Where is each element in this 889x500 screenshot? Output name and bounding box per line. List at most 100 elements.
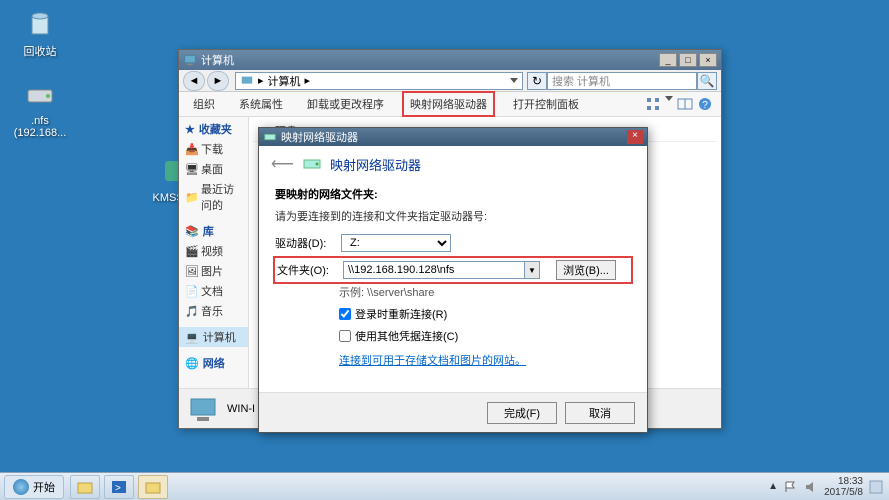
computer-icon (240, 74, 254, 88)
credentials-row: 使用其他凭据连接(C) (339, 328, 635, 344)
explorer-titlebar[interactable]: 计算机 _ □ × (179, 50, 721, 70)
flag-icon[interactable] (784, 480, 798, 494)
search-button[interactable]: 🔍 (697, 72, 717, 90)
cancel-button[interactable]: 取消 (565, 402, 635, 424)
dialog-footer: 完成(F) 取消 (259, 392, 647, 432)
explorer-sidebar: ★收藏夹 📥下载 🖥桌面 📁最近访问的 📚库 🎬视频 🖼图片 📄文档 🎵音乐 💻… (179, 117, 249, 412)
explorer-navbar: ◄ ► ▸ 计算机 ▸ ↻ 搜索 计算机 🔍 (179, 70, 721, 92)
network-icon: 🌐 (185, 357, 199, 370)
sidebar-item-music[interactable]: 🎵音乐 (179, 301, 248, 321)
svg-text:?: ? (702, 100, 708, 111)
taskbar-powershell[interactable]: > (104, 475, 134, 499)
arrow-right-icon: ► (213, 75, 224, 87)
tray-clock[interactable]: 18:33 2017/5/8 (824, 476, 863, 498)
terminal-icon: > (110, 478, 128, 496)
folder-icon (76, 478, 94, 496)
folder-dropdown[interactable]: ▼ (524, 261, 540, 279)
browse-button[interactable]: 浏览(B)... (556, 260, 616, 280)
picture-icon: 🖼 (185, 265, 197, 277)
nav-back-button[interactable]: ◄ (183, 71, 205, 91)
minimize-button[interactable]: _ (659, 53, 677, 67)
storage-link[interactable]: 连接到可用于存储文档和图片的网站。 (339, 352, 635, 368)
search-input[interactable]: 搜索 计算机 (547, 72, 697, 90)
toolbar-uninstall[interactable]: 卸载或更改程序 (301, 93, 390, 115)
computer-icon (183, 53, 197, 67)
folder-input[interactable] (343, 261, 525, 279)
drive-icon (263, 130, 277, 144)
system-tray: ▲ 18:33 2017/5/8 (762, 476, 889, 498)
computer-icon (187, 393, 219, 425)
music-icon: 🎵 (185, 305, 197, 317)
start-button[interactable]: 开始 (4, 475, 64, 499)
document-icon: 📄 (185, 285, 197, 297)
toolbar-properties[interactable]: 系统属性 (233, 93, 289, 115)
credentials-checkbox[interactable] (339, 330, 351, 342)
reconnect-checkbox[interactable] (339, 308, 351, 320)
sidebar-computer[interactable]: 💻计算机 (179, 327, 248, 347)
sidebar-item-recent[interactable]: 📁最近访问的 (179, 179, 248, 215)
toolbar-organize[interactable]: 组织 (187, 93, 221, 115)
recent-icon: 📁 (185, 191, 197, 203)
taskbar: 开始 > ▲ 18:33 2017/5/8 (0, 472, 889, 500)
folder-icon (144, 478, 162, 496)
recycle-bin-label: 回收站 (10, 43, 70, 59)
show-desktop-icon[interactable] (869, 480, 883, 494)
taskbar-explorer[interactable] (138, 475, 168, 499)
toolbar-control-panel[interactable]: 打开控制面板 (507, 93, 585, 115)
view-dropdown[interactable] (665, 96, 673, 101)
nfs-label: .nfs (192.168... (10, 115, 70, 139)
recycle-bin[interactable]: 回收站 (10, 6, 70, 59)
tray-expand-icon[interactable]: ▲ (768, 481, 778, 492)
close-button[interactable]: × (699, 53, 717, 67)
video-icon: 🎬 (185, 245, 197, 257)
desktop-icon: 🖥 (185, 163, 197, 175)
back-arrow-icon[interactable]: ⟵ (271, 154, 294, 174)
star-icon: ★ (185, 123, 195, 136)
start-orb-icon (13, 479, 29, 495)
map-drive-dialog: 映射网络驱动器 × ⟵ 映射网络驱动器 要映射的网络文件夹: 请为要连接到的连接… (258, 127, 648, 433)
folder-icon: 📥 (185, 143, 197, 155)
volume-icon[interactable] (804, 480, 818, 494)
dialog-titlebar[interactable]: 映射网络驱动器 × (259, 128, 647, 146)
folder-label: 文件夹(O): (277, 262, 337, 278)
explorer-toolbar: 组织 系统属性 卸载或更改程序 映射网络驱动器 打开控制面板 ? (179, 92, 721, 117)
finish-button[interactable]: 完成(F) (487, 402, 557, 424)
drive-select[interactable]: Z: (341, 234, 451, 252)
refresh-button[interactable]: ↻ (527, 72, 547, 90)
dialog-instruction: 请为要连接到的连接和文件夹指定驱动器号: (275, 208, 631, 224)
address-bar[interactable]: ▸ 计算机 ▸ (235, 72, 523, 90)
toolbar-map-drive[interactable]: 映射网络驱动器 (402, 91, 495, 117)
reconnect-row: 登录时重新连接(R) (339, 306, 635, 322)
dialog-header-text: 映射网络驱动器 (330, 155, 421, 174)
dialog-header: ⟵ 映射网络驱动器 (271, 154, 635, 174)
recycle-bin-icon (24, 6, 56, 38)
sidebar-item-pictures[interactable]: 🖼图片 (179, 261, 248, 281)
drive-icon (24, 78, 56, 110)
sidebar-network[interactable]: 🌐网络 (179, 353, 248, 373)
dialog-title: 映射网络驱动器 (281, 129, 627, 145)
drive-icon (302, 154, 322, 174)
sidebar-library[interactable]: 📚库 (179, 221, 248, 241)
sidebar-item-downloads[interactable]: 📥下载 (179, 139, 248, 159)
taskbar-libraries[interactable] (70, 475, 100, 499)
clock-date: 2017/5/8 (824, 487, 863, 498)
start-label: 开始 (33, 479, 55, 495)
sidebar-item-videos[interactable]: 🎬视频 (179, 241, 248, 261)
sidebar-item-desktop[interactable]: 🖥桌面 (179, 159, 248, 179)
help-icon[interactable]: ? (697, 96, 713, 112)
view-icon[interactable] (645, 96, 661, 112)
svg-text:>: > (115, 483, 121, 494)
search-placeholder: 搜索 计算机 (552, 73, 610, 89)
explorer-title: 计算机 (201, 52, 659, 68)
sidebar-favorites[interactable]: ★收藏夹 (179, 119, 248, 139)
nav-forward-button[interactable]: ► (207, 71, 229, 91)
maximize-button[interactable]: □ (679, 53, 697, 67)
folder-example: 示例: \\server\share (339, 284, 635, 300)
preview-icon[interactable] (677, 96, 693, 112)
computer-icon: 💻 (185, 331, 199, 344)
sidebar-item-documents[interactable]: 📄文档 (179, 281, 248, 301)
dialog-close-button[interactable]: × (627, 130, 643, 144)
arrow-left-icon: ◄ (189, 75, 200, 87)
credentials-label: 使用其他凭据连接(C) (355, 328, 458, 344)
nfs-shortcut[interactable]: .nfs (192.168... (10, 78, 70, 139)
